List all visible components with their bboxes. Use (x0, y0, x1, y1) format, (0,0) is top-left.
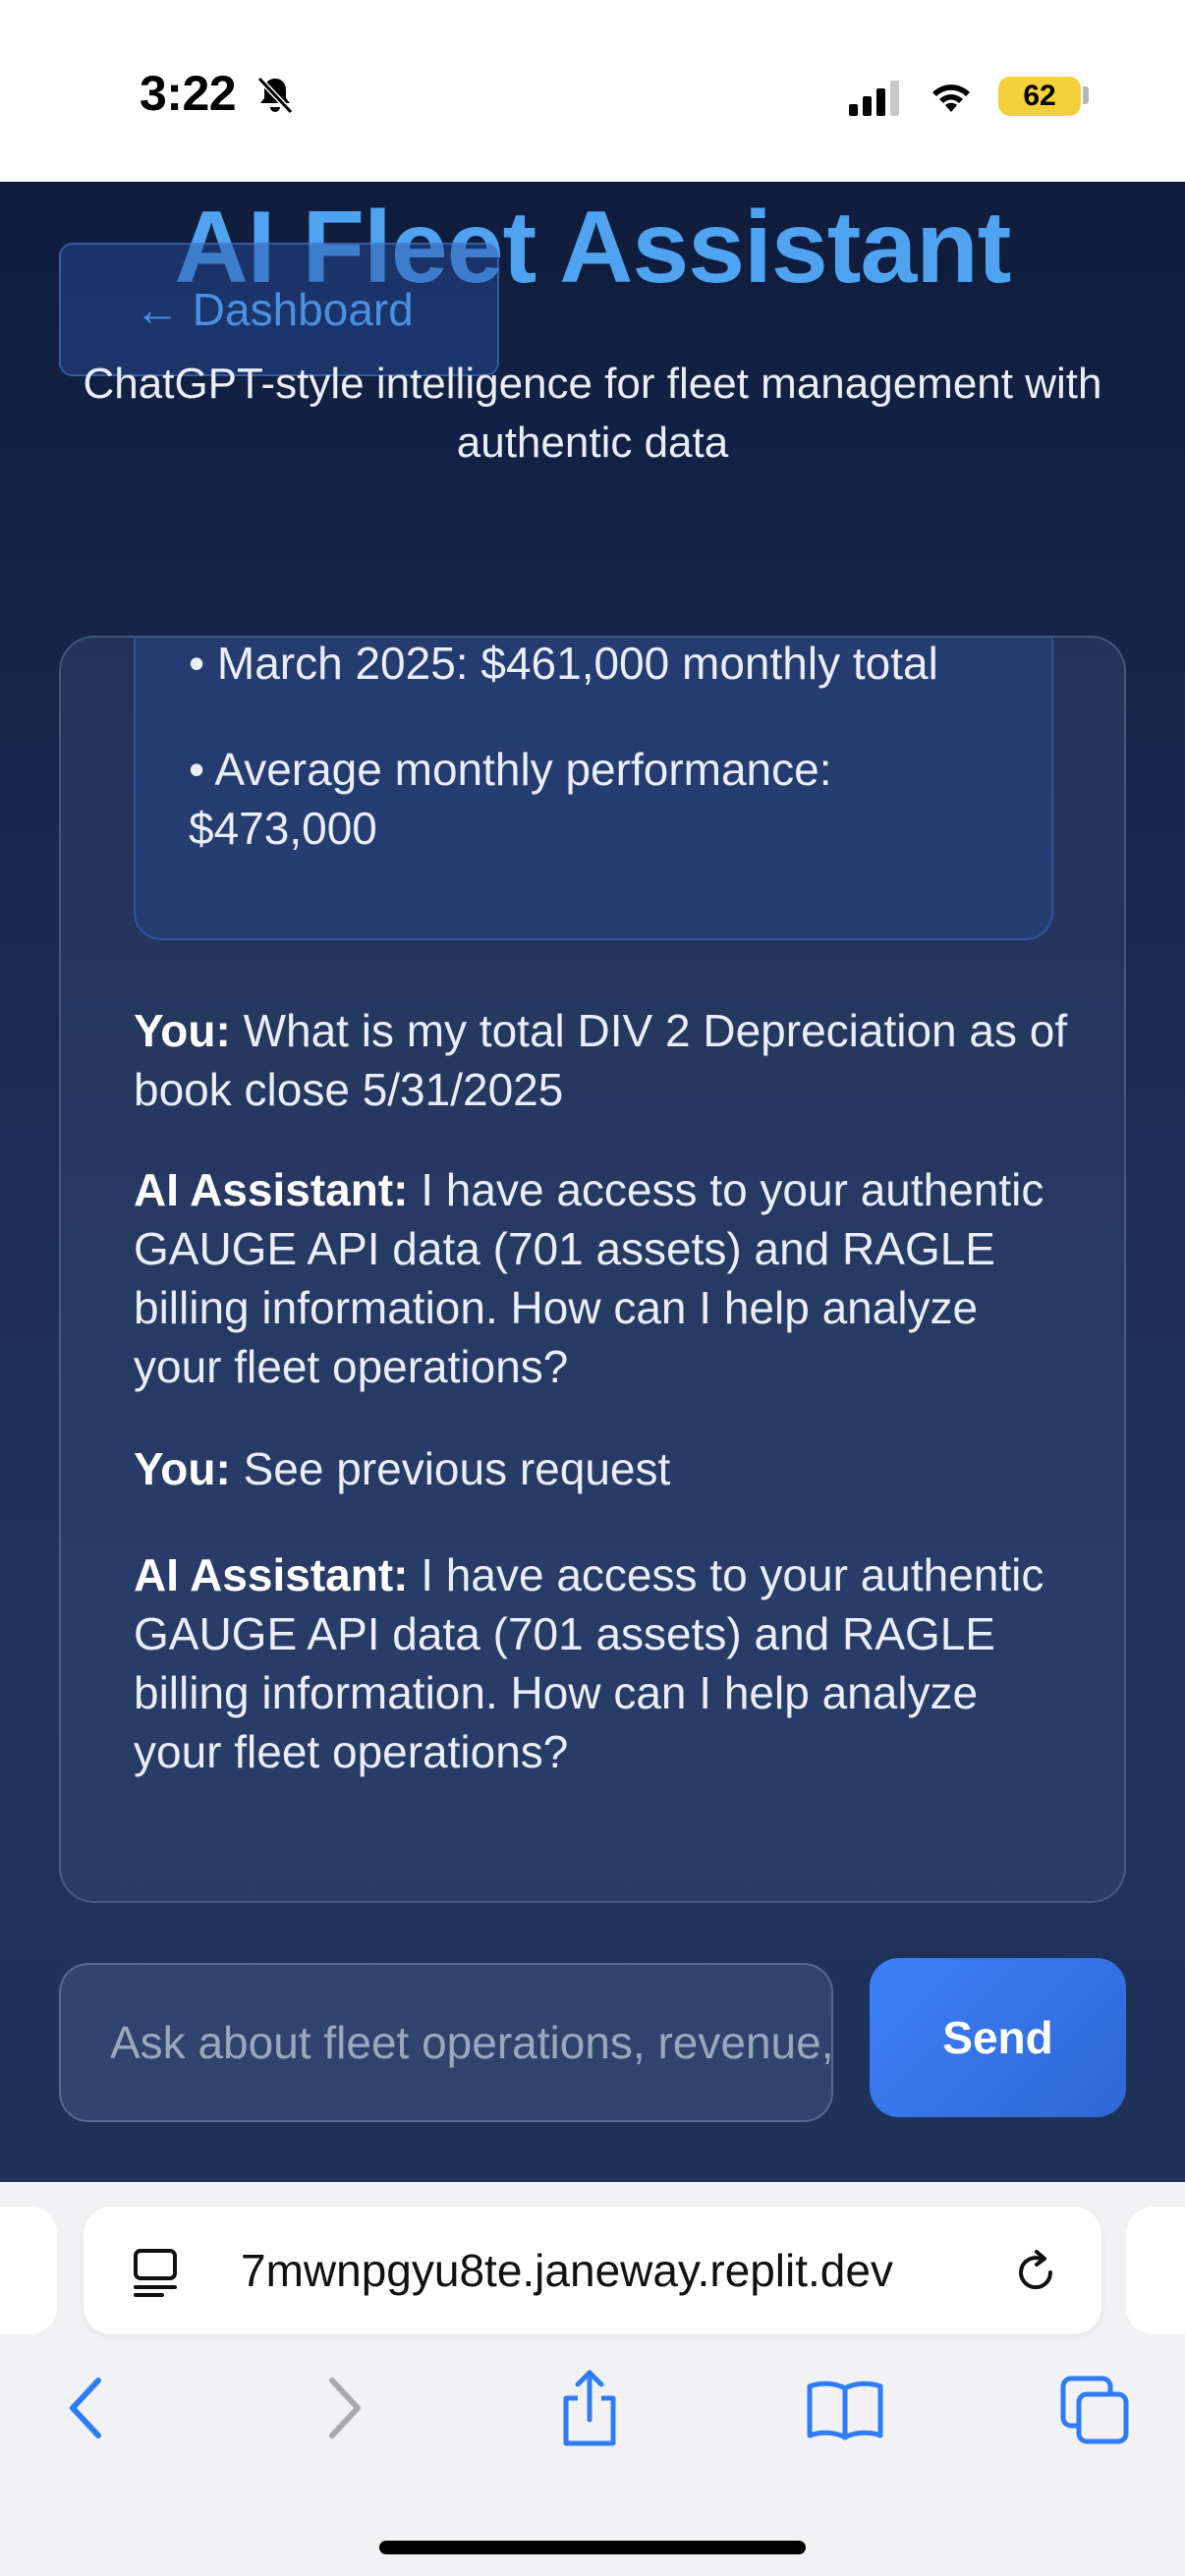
status-time: 3:22 (140, 66, 237, 121)
reload-icon[interactable] (1011, 2248, 1060, 2297)
chat-input[interactable]: Ask about fleet operations, revenue, ass… (59, 1963, 833, 2122)
forward-icon[interactable] (320, 2375, 367, 2441)
address-bar[interactable]: 7mwnpgyu8te.janeway.replit.dev (84, 2207, 1101, 2334)
message-speaker: You: (134, 1443, 231, 1494)
message-text: What is my total DIV 2 Depreciation as o… (134, 1005, 1068, 1115)
send-button[interactable]: Send (870, 1958, 1126, 2117)
back-icon[interactable] (63, 2375, 110, 2441)
page-subtitle: ChatGPT-style intelligence for fleet man… (83, 360, 1102, 467)
message-speaker: You: (134, 1005, 231, 1056)
battery-level: 62 (1023, 80, 1056, 112)
message-speaker: AI Assistant: (134, 1549, 409, 1600)
user-message: You: See previous request (134, 1439, 1077, 1498)
assistant-message: AI Assistant: I have access to your auth… (134, 1160, 1077, 1396)
battery-cap (1083, 86, 1089, 104)
previous-tab-preview[interactable] (0, 2207, 57, 2334)
next-tab-preview[interactable] (1126, 2207, 1185, 2334)
response-bullet: • March 2025: $461,000 monthly total (189, 638, 938, 689)
user-message: You: What is my total DIV 2 Depreciation… (134, 1001, 1077, 1119)
browser-toolbar: 7mwnpgyu8te.janeway.replit.dev (0, 2182, 1185, 2576)
home-indicator (379, 2541, 806, 2554)
page-menu-icon[interactable] (133, 2248, 178, 2297)
battery-icon: 62 (998, 77, 1081, 116)
bell-slash-icon (256, 76, 294, 115)
message-speaker: AI Assistant: (134, 1164, 409, 1215)
app-content: AI Fleet Assistant ← Dashboard ChatGPT-s… (0, 182, 1185, 2182)
url-text[interactable]: 7mwnpgyu8te.janeway.replit.dev (241, 2244, 893, 2297)
wifi-icon (932, 84, 970, 112)
assistant-message: AI Assistant: I have access to your auth… (134, 1545, 1077, 1781)
status-bar: 3:22 62 (0, 0, 1185, 182)
signal-icon (849, 81, 899, 116)
bookmarks-icon[interactable] (806, 2379, 884, 2441)
assistant-response-bubble: • March 2025: $461,000 monthly total • A… (134, 638, 1053, 940)
message-text: See previous request (230, 1443, 671, 1494)
share-icon[interactable] (558, 2369, 621, 2447)
chat-history-panel[interactable]: • March 2025: $461,000 monthly total • A… (59, 636, 1126, 1903)
tabs-icon[interactable] (1059, 2375, 1130, 2445)
response-bullet: • Average monthly performance: $473,000 (189, 744, 832, 854)
